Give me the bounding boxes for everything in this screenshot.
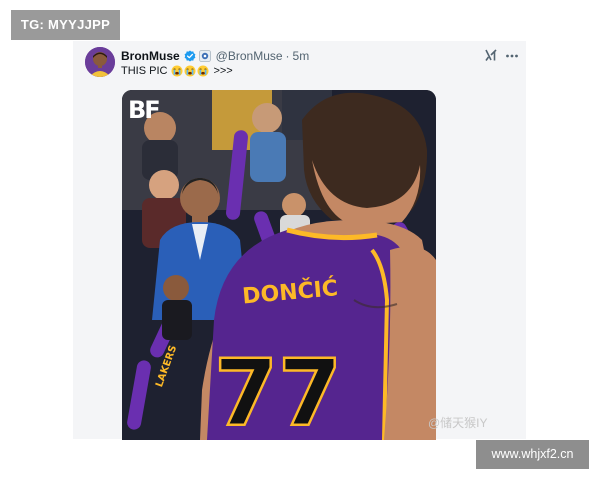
crying-face-icon — [197, 65, 209, 77]
screenshot-page: TG: MYYJJPP BronMuse @BronMuse · 5m THIS… — [0, 0, 600, 480]
tweet-text-tail: >>> — [213, 65, 233, 77]
photo-illustration: DONČIĆ 77 LAKERS — [122, 90, 436, 440]
watermark-top-left: TG: MYYJJPP — [11, 10, 120, 40]
weibo-watermark: @储天猴IY — [428, 414, 488, 431]
crying-face-icon — [171, 65, 183, 77]
bf-logo: BF — [128, 96, 161, 124]
tweet-card[interactable]: BronMuse @BronMuse · 5m THIS PIC >>> DON… — [73, 41, 526, 440]
tweet-media-photo[interactable]: DONČIĆ 77 LAKERS BF — [122, 90, 436, 440]
user-handle[interactable]: @BronMuse — [216, 49, 283, 63]
display-name[interactable]: BronMuse — [121, 49, 180, 63]
separator-dot: · — [285, 49, 290, 63]
affiliation-badge-icon[interactable] — [198, 50, 211, 62]
tweet-header: BronMuse @BronMuse · 5m — [121, 48, 309, 64]
tweet-text: THIS PIC >>> — [121, 65, 233, 77]
verified-badge-icon — [184, 50, 196, 62]
grok-icon[interactable] — [484, 48, 498, 62]
crying-face-icon — [184, 65, 196, 77]
more-options-icon[interactable] — [505, 49, 519, 61]
weibo-watermark-text: @储天猴IY — [428, 416, 488, 430]
watermark-bottom-right: www.whjxf2.cn — [476, 440, 589, 469]
jersey-number: 77 — [214, 340, 342, 440]
emoji-group — [171, 65, 209, 77]
tweet-text-main: THIS PIC — [121, 65, 168, 77]
timestamp[interactable]: 5m — [293, 49, 310, 63]
avatar[interactable] — [85, 47, 115, 77]
